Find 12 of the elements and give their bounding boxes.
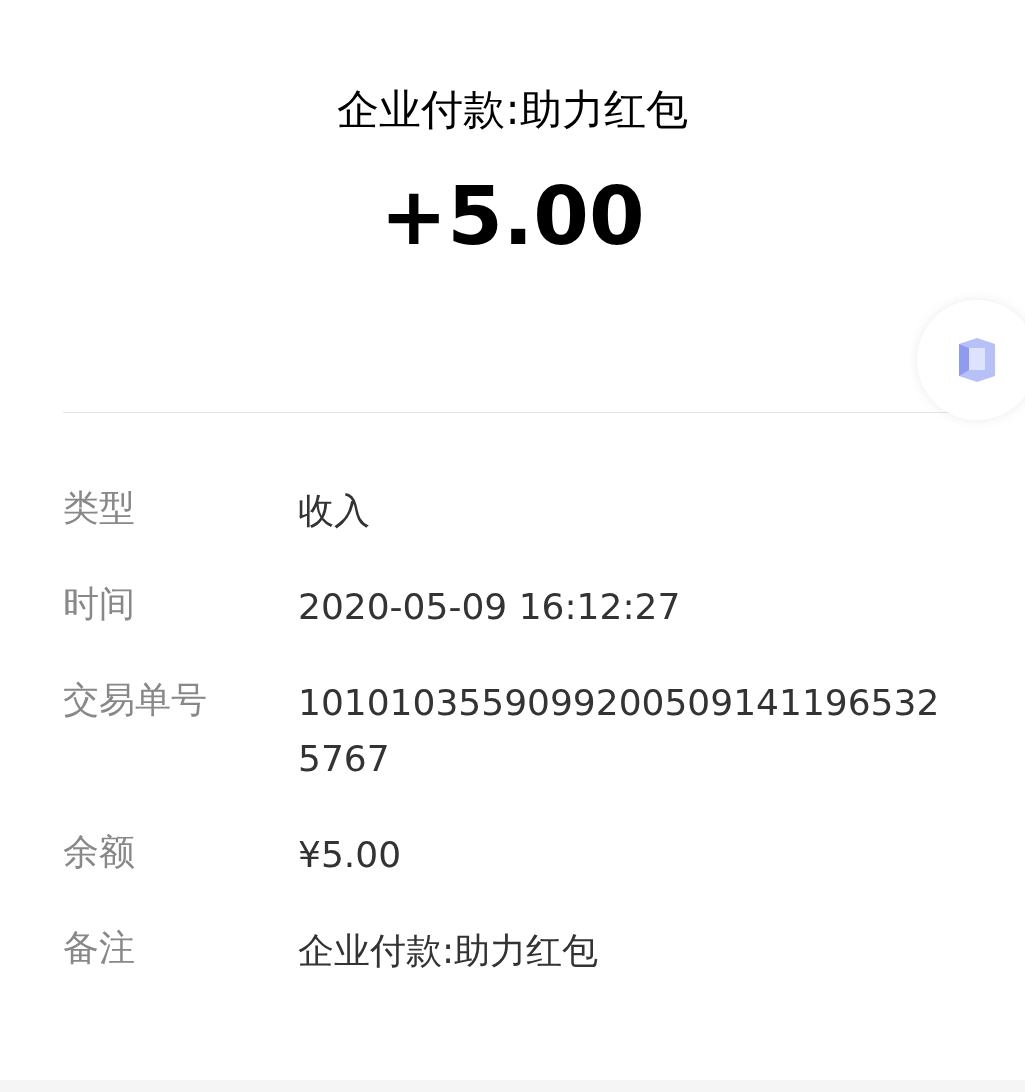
detail-value: 收入: [298, 489, 371, 533]
transaction-title: 企业付款:助力红包: [337, 84, 688, 136]
detail-label: 交易单号: [63, 678, 208, 722]
detail-label: 备注: [63, 926, 136, 970]
detail-value: ¥5.00: [298, 833, 403, 877]
detail-value: 10101035590992005091411965325767: [298, 681, 941, 781]
detail-label: 余额: [63, 830, 136, 874]
detail-label: 时间: [63, 582, 136, 626]
detail-label: 类型: [63, 486, 136, 530]
detail-value: 企业付款:助力红包: [298, 929, 600, 973]
detail-value: 2020-05-09 16:12:27: [298, 585, 682, 629]
amount: +5.00: [380, 172, 645, 262]
